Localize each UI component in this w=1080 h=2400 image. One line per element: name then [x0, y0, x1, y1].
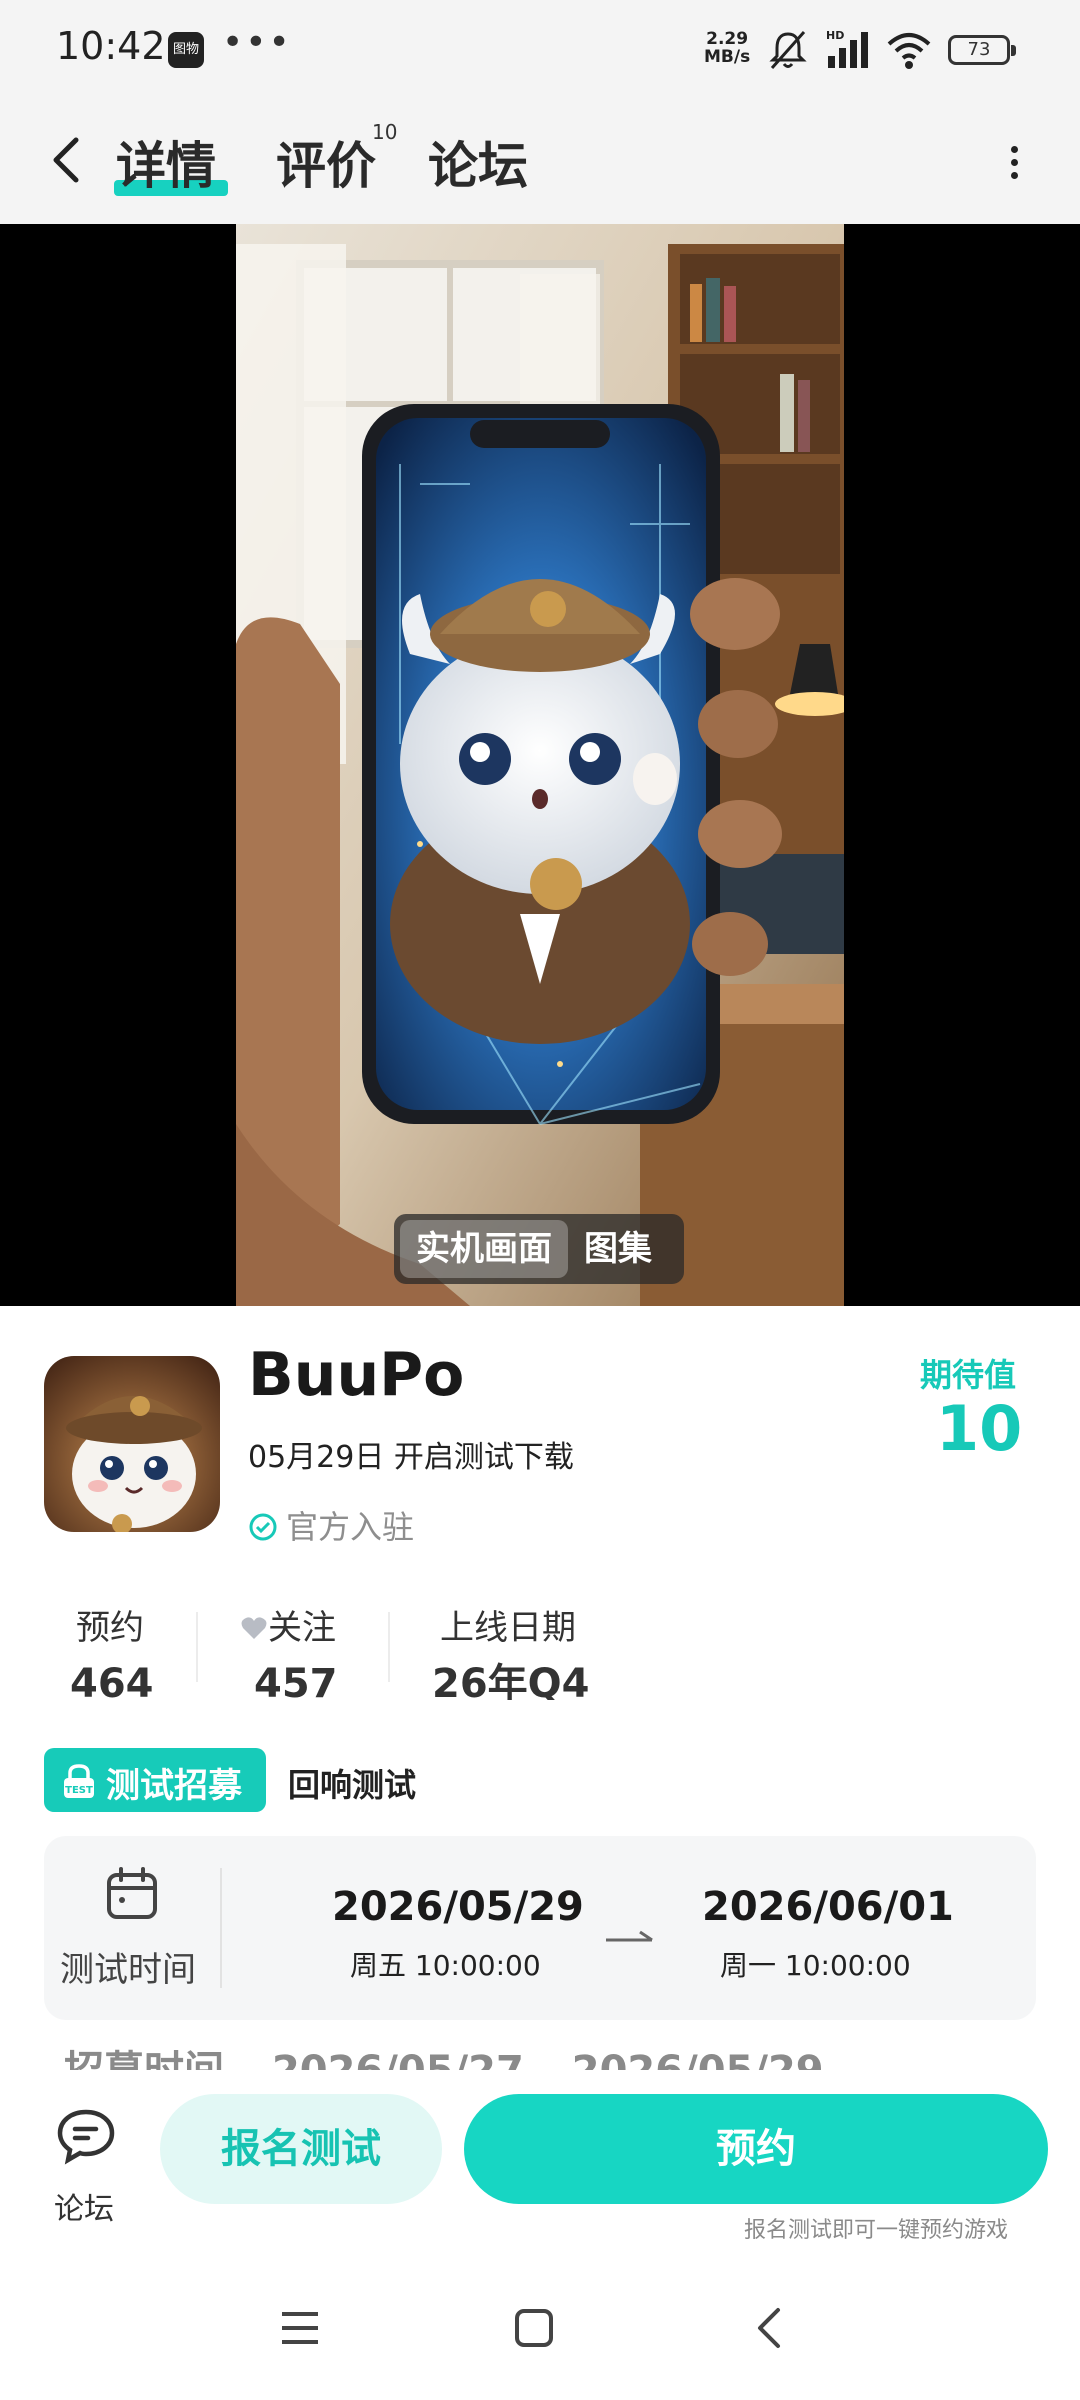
reviews-count-badge: 10 — [372, 120, 398, 144]
app-name: BuuPo — [248, 1340, 465, 1410]
reserve-hint: 报名测试即可一键预约游戏 — [744, 2218, 1009, 2243]
test-end-date: 2026/06/01 — [702, 1884, 954, 1930]
verified-check-icon — [249, 1513, 277, 1541]
stat-reservations-value: 464 — [70, 1661, 154, 1700]
test-start-time: 周五 10:00:00 — [350, 1949, 541, 1982]
network-speed: 2.29 MB/s — [704, 30, 750, 66]
tab-details[interactable]: 详情 — [116, 126, 216, 198]
test-card-divider — [220, 1868, 222, 1988]
expectation-value: 10 — [936, 1392, 1023, 1465]
status-time: 10:42 — [56, 24, 166, 68]
app-icon — [44, 1356, 220, 1532]
forum-button-label: 论坛 — [54, 2192, 114, 2227]
stat-follows-value: 457 — [254, 1661, 338, 1700]
menu-icon[interactable] — [278, 2306, 322, 2350]
recruit-start-date: 2026/05/27 — [271, 2048, 524, 2072]
recruit-end-date: 2026/05/29 — [571, 2048, 824, 2072]
media-viewer[interactable]: 实机画面 图集 — [0, 224, 1080, 1306]
expectation-label: 期待值 — [920, 1356, 1017, 1394]
gameplay-screenshot[interactable] — [0, 224, 1080, 1306]
stat-divider — [196, 1612, 198, 1682]
app-notification-icon: 图物 — [168, 32, 204, 68]
stat-release-label: 上线日期 — [440, 1608, 576, 1648]
status-bar: 10:42 图物 ••• 2.29 MB/s HD 73 — [0, 0, 1080, 100]
signal-icon: HD — [826, 29, 868, 68]
more-notifications-icon: ••• — [222, 22, 292, 63]
recruit-time-label: 招募时间 — [64, 2048, 224, 2072]
test-recruit-badge: TEST 测试招募 — [44, 1748, 266, 1812]
forum-button[interactable]: 论坛 — [40, 2104, 130, 2227]
wifi-icon — [887, 33, 931, 69]
official-verified-label: 官方入驻 — [286, 1508, 415, 1546]
network-speed-value: 2.29 — [706, 29, 749, 49]
network-speed-unit: MB/s — [704, 47, 751, 67]
app-icon-image — [44, 1356, 220, 1532]
back-button[interactable] — [44, 130, 88, 190]
tab-reviews[interactable]: 评价 — [276, 126, 376, 198]
more-dot-icon — [1010, 172, 1018, 179]
more-options-button[interactable] — [1000, 140, 1028, 190]
calendar-icon — [107, 1867, 157, 1919]
reserve-button[interactable]: 预约 — [464, 2094, 1048, 2204]
media-tab-switcher: 实机画面 图集 — [394, 1214, 684, 1284]
stat-follows[interactable]: 关注 — [240, 1600, 336, 1649]
svg-text:TEST: TEST — [65, 1785, 93, 1796]
test-recruit-label: 测试招募 — [106, 1766, 242, 1806]
test-end-time: 周一 10:00:00 — [720, 1949, 911, 1982]
svg-text:HD: HD — [826, 29, 844, 42]
stat-reservations-label: 预约 — [76, 1608, 144, 1648]
stat-divider — [388, 1612, 390, 1682]
mute-icon — [769, 31, 807, 69]
more-dot-icon — [1010, 146, 1018, 153]
stat-follows-label: 关注 — [268, 1608, 336, 1648]
signup-test-button[interactable]: 报名测试 — [160, 2094, 442, 2204]
test-time-card: 测试时间 2026/05/29 周五 10:00:00 2026/06/01 周… — [44, 1836, 1036, 2020]
home-icon[interactable] — [512, 2306, 556, 2350]
system-navigation-bar — [0, 2266, 1080, 2400]
recruit-time-row: 招募时间 2026/05/27 2026/05/29 — [64, 2046, 858, 2072]
official-verified: 官方入驻 — [248, 1502, 414, 1548]
test-lock-icon: TEST — [64, 1764, 94, 1798]
heart-icon — [241, 1617, 267, 1639]
forum-chat-icon — [57, 2109, 115, 2165]
test-time-label: 测试时间 — [60, 1950, 196, 1990]
test-type: 回响测试 — [288, 1766, 417, 1804]
test-start-date: 2026/05/29 — [332, 1884, 584, 1930]
date-range-arrow-icon — [606, 1930, 653, 1942]
tab-gameplay-footage[interactable]: 实机画面 — [400, 1220, 568, 1278]
battery-icon: 73 — [948, 35, 1016, 65]
test-download-date: 05月29日 开启测试下载 — [248, 1440, 574, 1475]
top-navigation: 详情 评价 10 论坛 — [0, 100, 1080, 224]
tab-gallery[interactable]: 图集 — [568, 1220, 668, 1278]
back-nav-icon[interactable] — [748, 2306, 792, 2350]
bottom-action-bar: 论坛 报名测试 预约 报名测试即可一键预约游戏 — [0, 2070, 1080, 2266]
more-dot-icon — [1010, 159, 1018, 166]
tab-forum[interactable]: 论坛 — [428, 126, 528, 198]
stat-release-value: 26年Q4 — [432, 1661, 590, 1700]
